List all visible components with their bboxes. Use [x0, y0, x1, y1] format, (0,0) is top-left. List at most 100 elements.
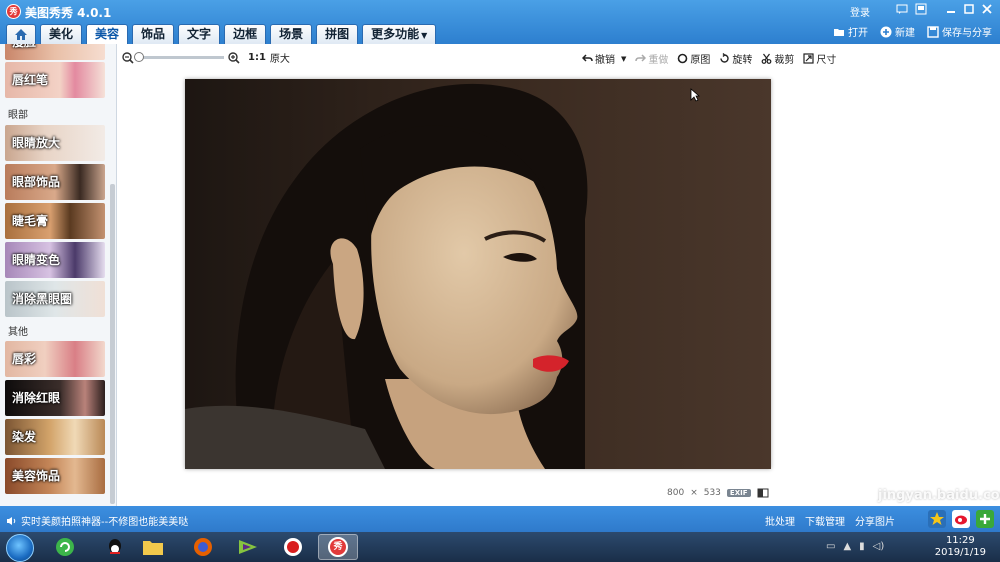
window-title: 美图秀秀 4.0.1 [25, 6, 112, 20]
image-width: 800 [667, 488, 685, 498]
rotate-button[interactable]: 旋转 [719, 51, 752, 66]
size-label: 尺寸 [816, 55, 837, 66]
zoom-slider[interactable] [134, 52, 224, 62]
size-button[interactable]: 尺寸 [803, 51, 836, 66]
new-label: 新建 [895, 28, 915, 39]
section-heading-eyes: 眼部 [8, 110, 28, 121]
compare-icon[interactable] [757, 488, 769, 498]
close-icon[interactable] [980, 3, 994, 17]
mouse-cursor-icon [690, 88, 701, 105]
panel-scrollbar[interactable] [110, 184, 115, 504]
tool-tile-label: 唇红笔 [12, 73, 49, 87]
share-image-link[interactable]: 分享图片 [855, 513, 895, 528]
meitu-icon: 秀 [328, 537, 348, 557]
zoom-slider-handle[interactable] [134, 52, 144, 62]
tool-tile-beauty-accessories[interactable]: 美容饰品 [5, 458, 105, 494]
taskbar-app-qq[interactable] [95, 534, 135, 560]
keyboard-icon[interactable]: ▭ [826, 541, 835, 552]
tab-beautify[interactable]: 美化 [40, 24, 83, 44]
image-height: 533 [703, 488, 721, 498]
zoom-controls: 1:1 原大 [122, 50, 290, 65]
tab-collage[interactable]: 拼图 [316, 24, 359, 44]
crop-button[interactable]: 裁剪 [761, 51, 794, 66]
tool-tile-eye-accessories[interactable]: 眼部饰品 [5, 164, 105, 200]
batch-process-link[interactable]: 批处理 [765, 513, 795, 528]
minimize-icon[interactable] [944, 3, 958, 17]
weibo-icon[interactable] [952, 510, 970, 528]
zoom-out-icon[interactable] [122, 51, 134, 64]
tool-tile-lipstick[interactable]: 唇红笔 [5, 62, 105, 98]
tab-accessories[interactable]: 饰品 [132, 24, 175, 44]
star-icon[interactable] [928, 510, 946, 528]
tab-home[interactable] [6, 24, 36, 44]
tool-tile-hair-dye[interactable]: 染发 [5, 419, 105, 455]
chevron-down-icon: ▼ [421, 31, 428, 40]
tool-tile-eye-color[interactable]: 眼睛变色 [5, 242, 105, 278]
download-manager-link[interactable]: 下载管理 [805, 513, 845, 528]
speaker-icon [7, 516, 16, 525]
tab-frame[interactable]: 边框 [224, 24, 267, 44]
rotate-icon [720, 53, 730, 63]
new-button[interactable]: 新建 [880, 24, 915, 39]
original-image-button[interactable]: 原图 [677, 51, 710, 66]
volume-icon[interactable]: ◁) [873, 541, 885, 552]
qq-icon [109, 539, 121, 554]
undo-button[interactable]: 撤销 ▼ [582, 51, 626, 66]
edited-photo[interactable] [185, 79, 771, 469]
tool-tile-mascara[interactable]: 睫毛膏 [5, 203, 105, 239]
taskbar-app-recorder[interactable] [273, 534, 313, 560]
save-share-button[interactable]: 保存与分享 [927, 24, 992, 39]
open-button[interactable]: 打开 [833, 24, 868, 39]
folder-icon [834, 28, 844, 36]
tab-scene[interactable]: 场景 [270, 24, 313, 44]
tab-makeup[interactable]: 美容 [86, 24, 129, 44]
start-button[interactable] [6, 534, 34, 562]
exif-button[interactable]: EXIF [726, 489, 751, 497]
edit-toolbar: 撤销 ▼ 重做 原图 旋转 裁剪 尺寸 [582, 51, 836, 66]
taskbar-app-firefox[interactable] [183, 534, 223, 560]
promo-text: 实时美颜拍照神器--不修图也能美美哒 [21, 517, 189, 528]
tool-tile-label: 美容饰品 [12, 469, 61, 483]
title-bar: 秀 美图秀秀 4.0.1 登录 美化 美容 饰品 文字 边框 场景 拼图 更多功… [0, 0, 1000, 44]
record-icon [284, 538, 302, 556]
skin-icon[interactable] [914, 3, 928, 17]
redo-button[interactable]: 重做 [635, 51, 668, 66]
title-actions: 打开 新建 保存与分享 [833, 24, 992, 39]
network-icon[interactable]: ▮ [859, 541, 865, 552]
actual-size-ratio[interactable]: 1:1 [248, 52, 266, 63]
add-icon[interactable] [976, 510, 994, 528]
tool-tile-label: 睫毛膏 [12, 214, 49, 228]
taskbar-app-360[interactable] [45, 534, 85, 560]
status-icons [928, 510, 994, 528]
zoom-in-icon[interactable] [228, 51, 240, 64]
taskbar-app-meitu[interactable]: 秀 [318, 534, 358, 560]
tool-tile-red-eye[interactable]: 消除红眼 [5, 380, 105, 416]
tool-tile-lip-gloss[interactable]: 唇彩 [5, 341, 105, 377]
folder-icon [143, 541, 163, 555]
tray-expand-icon[interactable]: ▲ [843, 541, 851, 552]
refresh-app-icon [56, 538, 74, 556]
actual-size-button[interactable]: 原大 [270, 50, 290, 65]
original-image-label: 原图 [690, 55, 711, 66]
tool-tile-slim-face[interactable]: 瘦脸 [5, 44, 105, 60]
taskbar-app-explorer[interactable] [133, 534, 173, 560]
tool-tile-dark-circles[interactable]: 消除黑眼圈 [5, 281, 105, 317]
section-heading-other: 其他 [8, 327, 28, 338]
taskbar-app-video[interactable] [228, 534, 268, 560]
circle-icon [678, 53, 688, 64]
tool-tile-eye-enlarge[interactable]: 眼睛放大 [5, 125, 105, 161]
message-icon[interactable] [895, 3, 909, 17]
tab-more-label: 更多功能 [371, 27, 420, 41]
tab-text[interactable]: 文字 [178, 24, 221, 44]
promo-link[interactable]: 实时美颜拍照神器--不修图也能美美哒 [6, 513, 188, 528]
tool-tile-label: 消除红眼 [12, 391, 61, 405]
system-tray: ▭ ▲ ▮ ◁) [826, 541, 884, 552]
chevron-down-icon[interactable]: ▼ [621, 55, 626, 63]
tool-tile-label: 唇彩 [12, 352, 37, 366]
taskbar-clock[interactable]: 11:29 2019/1/19 [935, 535, 986, 559]
main-tabs: 美化 美容 饰品 文字 边框 场景 拼图 更多功能 ▼ [6, 24, 437, 44]
tab-more[interactable]: 更多功能 ▼ [362, 24, 437, 44]
maximize-icon[interactable] [962, 3, 976, 17]
app-logo: 秀 [6, 4, 21, 19]
login-link[interactable]: 登录 [850, 4, 870, 19]
